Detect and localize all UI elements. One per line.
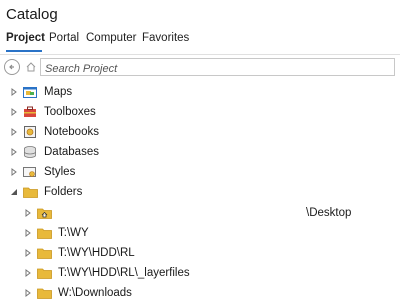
tabs-divider [0,54,400,55]
back-arrow-icon [9,64,14,70]
tree-item-label: Notebooks [44,126,99,138]
search-input[interactable] [41,61,394,77]
toolbox-icon [22,105,38,119]
home-icon [26,62,36,72]
map-icon [22,85,38,99]
folder-item-t-wy[interactable]: T:\WY [22,223,89,243]
expand-caret-icon[interactable] [22,229,34,237]
folder-item-label: \Desktop [306,207,352,219]
home-button[interactable] [24,59,38,75]
notebook-icon [22,125,38,139]
redacted-path [58,208,306,218]
home-folder-icon [36,206,52,220]
tab-project[interactable]: Project [6,32,45,44]
folder-icon [36,246,52,260]
folder-item-t-wy-hdd-rl[interactable]: T:\WY\HDD\RL [22,243,135,263]
style-icon [22,165,38,179]
tree-item-label: Styles [44,166,76,178]
tree-item-toolboxes[interactable]: Toolboxes [8,102,96,122]
tree-item-label: Toolboxes [44,106,96,118]
tree-item-notebooks[interactable]: Notebooks [8,122,99,142]
folder-icon [36,286,52,300]
folder-item-desktop[interactable]: \Desktop [22,203,351,223]
expand-caret-icon[interactable] [22,249,34,257]
tree-item-folders[interactable]: Folders [8,182,82,202]
back-button[interactable] [4,59,20,75]
tab-favorites[interactable]: Favorites [142,32,189,44]
folder-item-label: T:\WY [58,227,89,239]
panel-title: Catalog [6,6,58,23]
expand-caret-icon[interactable] [8,108,20,116]
tree-item-databases[interactable]: Databases [8,142,99,162]
active-tab-underline [6,50,42,52]
tree-item-styles[interactable]: Styles [8,162,75,182]
expand-caret-icon[interactable] [8,128,20,136]
tab-computer[interactable]: Computer [86,32,137,44]
expand-caret-icon[interactable] [8,88,20,96]
tree-item-label: Maps [44,86,73,98]
search-box[interactable] [40,58,395,77]
folder-item-downloads[interactable]: W:\Downloads [22,283,132,303]
folder-item-layerfiles[interactable]: T:\WY\HDD\RL\_layerfiles [22,263,190,283]
database-icon [22,145,38,159]
folder-item-label: T:\WY\HDD\RL [58,247,135,259]
expand-caret-icon[interactable] [22,209,34,217]
folder-icon [36,226,52,240]
expand-caret-icon[interactable] [8,168,20,176]
expand-caret-icon[interactable] [22,269,34,277]
tab-portal[interactable]: Portal [49,32,79,44]
expand-caret-icon[interactable] [8,148,20,156]
folder-item-label: T:\WY\HDD\RL\_layerfiles [58,267,190,279]
folder-icon [22,185,38,199]
folder-item-label: W:\Downloads [58,287,132,299]
expand-caret-icon[interactable] [22,289,34,297]
folder-icon [36,266,52,280]
tree-item-maps[interactable]: Maps [8,82,72,102]
tree-item-label: Folders [44,186,83,198]
collapse-caret-icon[interactable] [8,188,20,196]
tree-item-label: Databases [44,146,99,158]
